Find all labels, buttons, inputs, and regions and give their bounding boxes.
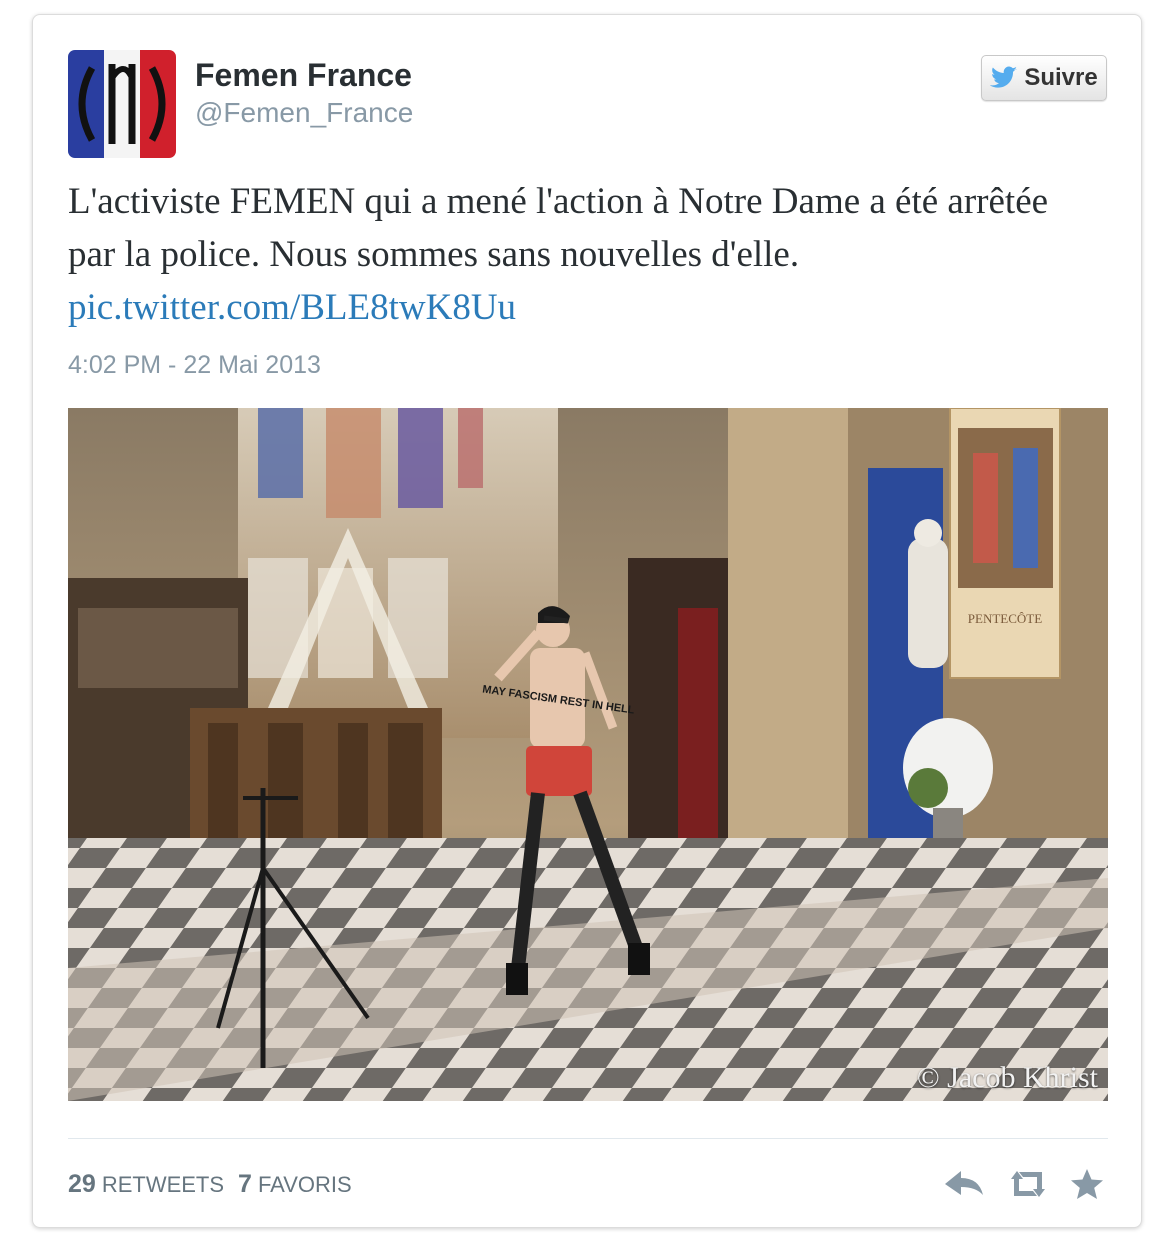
tweet-timestamp[interactable]: 4:02 PM - 22 Mai 2013 <box>68 351 321 380</box>
divider <box>68 1138 1108 1139</box>
avatar[interactable] <box>68 50 176 158</box>
banner-text: PENTECÔTE <box>968 611 1042 626</box>
tweet-body: L'activiste FEMEN qui a mené l'action à … <box>68 181 1049 275</box>
follow-button[interactable]: Suivre <box>981 55 1107 101</box>
favorites-label: FAVORIS <box>257 1172 352 1197</box>
retweets-stat[interactable]: 29 RETWEETS <box>68 1170 224 1199</box>
twitter-bird-icon <box>990 66 1018 90</box>
author-handle[interactable]: @Femen_France <box>195 97 413 129</box>
author-name[interactable]: Femen France <box>195 57 412 94</box>
femen-logo-avatar <box>68 50 176 158</box>
favorites-stat[interactable]: 7 FAVORIS <box>238 1170 352 1199</box>
tweet-photo[interactable]: PENTECÔTE MAY FASCISM REST IN HELL © Jac… <box>68 408 1108 1101</box>
tweet-card: Femen France @Femen_France Suivre L'acti… <box>32 14 1142 1228</box>
retweets-count: 29 <box>68 1170 96 1198</box>
retweets-label: RETWEETS <box>101 1172 225 1197</box>
tweet-actions <box>943 1167 1105 1201</box>
tweet-photo-link[interactable]: pic.twitter.com/BLE8twK8Uu <box>68 287 516 328</box>
star-icon[interactable] <box>1069 1167 1105 1201</box>
cathedral-photo: PENTECÔTE MAY FASCISM REST IN HELL <box>68 408 1108 1101</box>
photo-credit: © Jacob Khrist <box>916 1061 1098 1094</box>
follow-label: Suivre <box>1024 64 1098 91</box>
tweet-stats: 29 RETWEETS 7 FAVORIS <box>68 1170 352 1199</box>
favorites-count: 7 <box>238 1170 252 1198</box>
tweet-text: L'activiste FEMEN qui a mené l'action à … <box>68 175 1068 334</box>
retweet-icon[interactable] <box>1005 1167 1051 1201</box>
reply-icon[interactable] <box>943 1167 987 1201</box>
